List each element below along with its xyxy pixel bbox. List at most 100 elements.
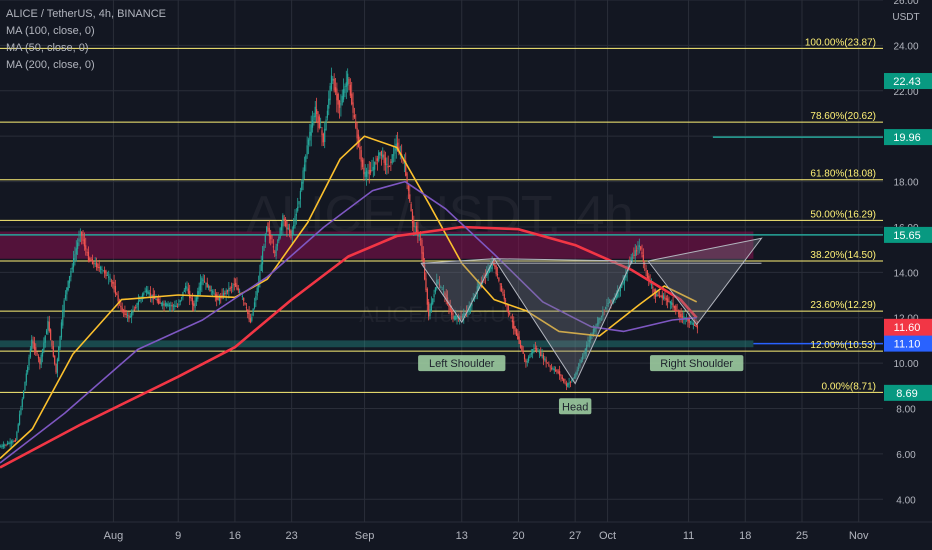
candle-body-367 <box>495 265 497 275</box>
candle-body-174 <box>235 282 237 287</box>
candle-body-62 <box>83 239 85 247</box>
candle-body-400 <box>540 352 542 357</box>
candle-body-469 <box>633 254 635 256</box>
candle-body-60 <box>81 231 83 236</box>
candle-body-411 <box>554 369 557 371</box>
fib-label-4: 38.20%(14.50) <box>810 250 876 261</box>
candle-body-17 <box>23 390 25 399</box>
candle-body-262 <box>353 115 356 118</box>
candle-body-368 <box>496 273 499 276</box>
price-chart[interactable]: ALICE/USDT, 4hALICE/TetherUS100.00%(23.8… <box>0 0 932 550</box>
candle-body-417 <box>563 378 565 382</box>
candle-body-501 <box>676 310 678 312</box>
candle-body-18 <box>24 381 26 391</box>
candle-body-122 <box>164 303 166 307</box>
candle-body-54 <box>72 258 75 268</box>
candle-body-5 <box>6 443 9 445</box>
candle-body-44 <box>59 336 61 348</box>
candle-body-175 <box>236 284 238 290</box>
candle-body-118 <box>159 301 161 304</box>
price-tag-6: 8.69 <box>896 388 917 400</box>
candle-body-259 <box>349 84 351 96</box>
candle-body-197 <box>266 226 268 233</box>
candle-body-91 <box>122 309 125 313</box>
candle-body-240 <box>324 128 326 143</box>
x-tick-label-3: 23 <box>286 530 298 542</box>
candle-body-212 <box>286 221 288 230</box>
candle-body-12 <box>16 432 18 441</box>
candle-body-406 <box>548 364 550 366</box>
candle-body-290 <box>391 154 393 163</box>
candle-body-390 <box>526 361 528 363</box>
candle-body-335 <box>452 312 454 319</box>
candle-body-126 <box>170 305 172 307</box>
indicator-ma200[interactable]: MA (200, close, 0) <box>6 57 166 74</box>
candle-body-189 <box>255 296 257 301</box>
candle-body-142 <box>191 297 193 305</box>
candle-body-188 <box>253 302 256 309</box>
candle-body-514 <box>694 324 696 326</box>
x-tick-label-8: Oct <box>599 530 616 542</box>
candle-body-513 <box>692 322 694 326</box>
candle-body-201 <box>271 241 273 243</box>
candle-body-192 <box>259 271 261 282</box>
candle-body-127 <box>171 304 173 307</box>
candle-body-306 <box>413 220 415 228</box>
candle-body-183 <box>247 309 249 314</box>
y-tick-label-11: 26.00 <box>893 0 918 7</box>
candle-body-7 <box>9 441 11 445</box>
candle-body-120 <box>162 302 164 306</box>
candle-body-149 <box>201 278 203 285</box>
candle-body-67 <box>90 259 92 262</box>
candle-body-253 <box>341 95 343 103</box>
candle-body-80 <box>108 276 110 278</box>
candle-body-474 <box>640 246 642 250</box>
candle-body-305 <box>411 211 414 224</box>
candle-body-209 <box>282 215 284 227</box>
candle-body-137 <box>185 285 187 290</box>
candle-body-266 <box>359 146 361 150</box>
price-tag-2: 19.96 <box>893 132 921 144</box>
y-tick-label-7: 18.00 <box>893 178 918 189</box>
indicator-ma50[interactable]: MA (50, close, 0) <box>6 40 166 57</box>
candle-body-66 <box>89 257 91 261</box>
candle-body-236 <box>318 116 320 128</box>
symbol-line[interactable]: ALICE / TetherUS, 4h, BINANCE <box>6 6 166 23</box>
candle-body-148 <box>199 281 202 291</box>
candle-body-53 <box>71 267 73 270</box>
candle-body-423 <box>571 380 573 382</box>
candle-body-98 <box>132 311 134 313</box>
candle-body-45 <box>60 322 63 338</box>
candle-body-20 <box>27 366 29 373</box>
candle-body-224 <box>302 170 304 184</box>
candle-body-166 <box>224 293 226 295</box>
candle-body-0 <box>0 446 2 448</box>
candle-body-220 <box>297 206 299 211</box>
candle-body-177 <box>239 291 241 293</box>
candle-body-497 <box>671 302 673 305</box>
candle-body-194 <box>262 251 264 265</box>
candle-body-498 <box>672 303 674 307</box>
candle-body-69 <box>93 262 95 264</box>
candle-body-6 <box>8 443 10 445</box>
candle-body-128 <box>172 305 175 307</box>
fib-label-6: 12.00%(10.53) <box>810 340 876 351</box>
candle-body-386 <box>521 345 523 352</box>
candle-body-227 <box>306 145 308 155</box>
candle-body-422 <box>569 381 572 383</box>
watermark-sub: ALICE/TetherUS <box>359 302 520 327</box>
candle-body-93 <box>125 313 127 315</box>
candle-body-82 <box>110 280 112 282</box>
candle-body-3 <box>4 444 6 446</box>
indicator-ma100[interactable]: MA (100, close, 0) <box>6 23 166 40</box>
candle-body-196 <box>264 235 266 243</box>
candle-body-377 <box>509 312 511 315</box>
candle-body-267 <box>360 150 362 162</box>
candle-body-204 <box>275 246 277 256</box>
candle-body-156 <box>210 289 212 291</box>
candle-body-408 <box>550 367 553 369</box>
candle-body-256 <box>345 82 347 87</box>
chart-root[interactable]: ALICE/USDT, 4h ALICE/TetherUS 100.00%(23.8… <box>0 0 932 550</box>
candle-body-207 <box>279 228 281 238</box>
candle-body-280 <box>378 152 380 161</box>
